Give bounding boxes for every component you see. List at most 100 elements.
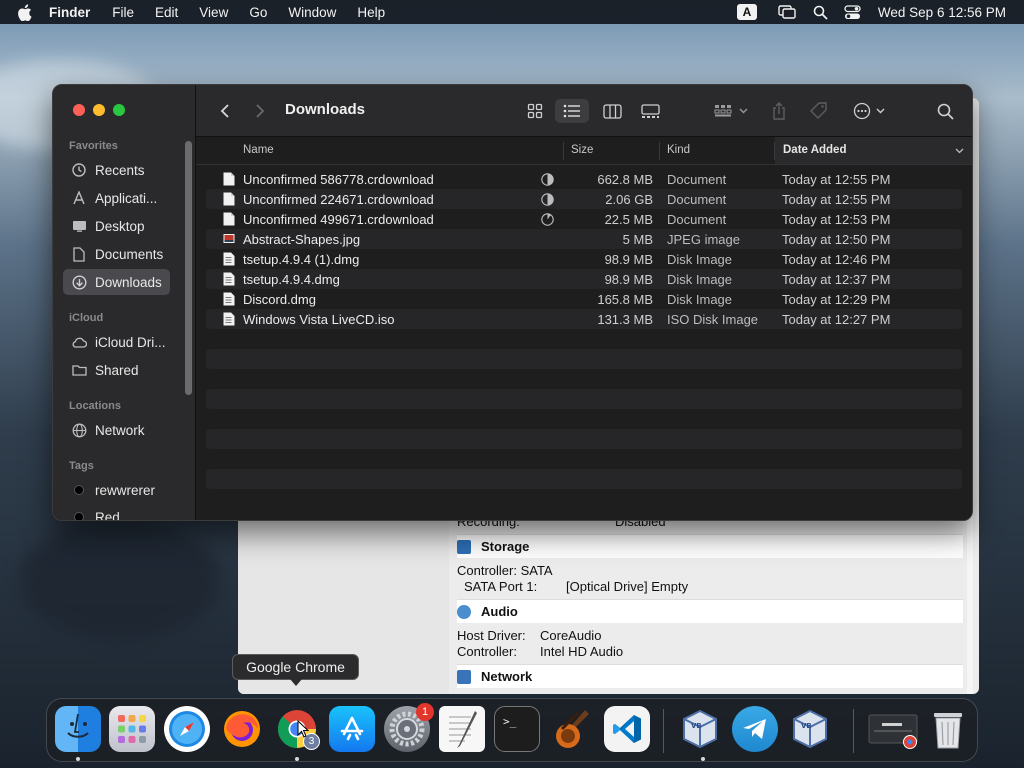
disk-image-icon (223, 252, 235, 266)
input-source-icon[interactable]: A (736, 3, 758, 21)
sidebar-tag-rewwrerer[interactable]: rewwrerer (63, 477, 170, 503)
file-row[interactable]: Unconfirmed 224671.crdownload 2.06 GB Docu… (206, 189, 962, 209)
sidebar-item-network[interactable]: Network (63, 417, 170, 443)
sidebar-item-icloud-drive[interactable]: iCloud Dri... (63, 329, 170, 355)
dock-tooltip: Google Chrome (232, 654, 359, 686)
file-name: tsetup.4.9.4 (1).dmg (243, 251, 360, 267)
file-row[interactable]: tsetup.4.9.4.dmg 98.9 MB Disk Image Today a… (206, 269, 962, 289)
sidebar-item-shared[interactable]: Shared (63, 357, 170, 383)
menu-window[interactable]: Window (288, 5, 336, 20)
finder-sidebar: Favorites Recents Applicati... Desktop D… (53, 85, 196, 520)
storage-port-value: [Optical Drive] Empty (566, 579, 689, 594)
storage-section-header[interactable]: Storage (457, 534, 963, 558)
group-by-button[interactable] (711, 99, 751, 123)
column-header-row: Name Size Kind Date Added (196, 137, 972, 165)
apple-menu-icon[interactable] (17, 3, 35, 21)
dock-textedit-icon[interactable] (439, 706, 485, 752)
running-indicator (76, 757, 80, 761)
audio-driver-label: Host Driver: (457, 628, 526, 643)
column-view-button[interactable] (598, 99, 626, 123)
columns-icon (602, 103, 622, 119)
dock-trash-icon[interactable] (925, 706, 971, 752)
notification-badge: 1 (416, 703, 434, 721)
menu-clock[interactable]: Wed Sep 6 12:56 PM (878, 5, 1006, 20)
file-date-added: Today at 12:53 PM (782, 211, 891, 227)
menu-app-name[interactable]: Finder (49, 5, 90, 20)
sidebar-item-desktop[interactable]: Desktop (63, 213, 170, 239)
column-header-date-added[interactable]: Date Added (775, 137, 972, 164)
sidebar-scrollbar[interactable] (185, 141, 192, 395)
back-button[interactable] (214, 99, 236, 123)
screen-mirroring-icon[interactable] (776, 3, 798, 21)
file-row[interactable]: Unconfirmed 586778.crdownload 662.8 MB Doc… (206, 169, 962, 189)
file-name: Windows Vista LiveCD.iso (243, 311, 395, 327)
sidebar-item-recents[interactable]: Recents (63, 157, 170, 183)
network-section-header[interactable]: Network (457, 664, 963, 688)
chevron-down-icon (739, 108, 748, 114)
forward-button[interactable] (249, 99, 271, 123)
close-button[interactable] (73, 104, 85, 116)
file-size: 98.9 MB (604, 251, 653, 267)
finder-window: Favorites Recents Applicati... Desktop D… (52, 84, 973, 521)
more-actions-button[interactable] (850, 99, 888, 123)
dock-terminal-icon[interactable]: >_ (494, 706, 540, 752)
sidebar-item-applications[interactable]: Applicati... (63, 185, 170, 211)
column-header-size[interactable]: Size (571, 144, 593, 156)
dock-finder-icon[interactable] (55, 706, 101, 752)
empty-list-row (206, 369, 962, 389)
sidebar-item-label: Recents (95, 162, 145, 178)
file-row[interactable]: Discord.dmg 165.8 MB Disk Image Today at 12… (206, 289, 962, 309)
list-view-button[interactable] (555, 99, 589, 123)
share-button[interactable] (767, 99, 791, 123)
control-center-icon[interactable] (842, 3, 864, 21)
dock-virtualbox-vm-icon[interactable]: VB (787, 706, 833, 752)
audio-section-header[interactable]: Audio (457, 599, 963, 623)
menu-help[interactable]: Help (357, 5, 385, 20)
desktop-icon (71, 218, 87, 234)
dock-chrome-window-thumbnail[interactable] (867, 706, 919, 752)
chevron-down-icon (955, 148, 964, 154)
search-button[interactable] (933, 99, 957, 123)
dock-garageband-icon[interactable] (549, 706, 595, 752)
dock-safari-icon[interactable] (164, 706, 210, 752)
dock-launchpad-icon[interactable] (109, 706, 155, 752)
search-icon (937, 103, 954, 120)
file-size: 22.5 MB (604, 211, 653, 227)
sidebar-item-label: Red (95, 509, 120, 521)
icloud-header: iCloud (69, 312, 104, 324)
spotlight-search-icon[interactable] (810, 3, 832, 21)
file-date-added: Today at 12:55 PM (782, 191, 891, 207)
menu-edit[interactable]: Edit (155, 5, 178, 20)
gallery-view-button[interactable] (636, 99, 664, 123)
tag-button[interactable] (806, 99, 832, 123)
menu-go[interactable]: Go (249, 5, 267, 20)
menu-view[interactable]: View (199, 5, 228, 20)
column-header-name[interactable]: Name (243, 144, 274, 156)
dock-app-store-icon[interactable] (329, 706, 375, 752)
menu-file[interactable]: File (112, 5, 134, 20)
zoom-button[interactable] (113, 104, 125, 116)
column-divider (563, 142, 564, 160)
dock-telegram-icon[interactable] (732, 706, 778, 752)
file-row[interactable]: Abstract-Shapes.jpg 5 MB JPEG image Today a… (206, 229, 962, 249)
column-divider (659, 142, 660, 160)
file-row[interactable]: Windows Vista LiveCD.iso 131.3 MB ISO Disk… (206, 309, 962, 329)
audio-controller-label: Controller: (457, 644, 517, 659)
sidebar-tag-red[interactable]: Red (63, 504, 170, 521)
clock-icon (71, 162, 87, 178)
tag-icon (810, 102, 827, 119)
minimize-button[interactable] (93, 104, 105, 116)
dock-vscode-icon[interactable] (604, 706, 650, 752)
window-title: Downloads (285, 101, 366, 118)
sidebar-item-downloads[interactable]: Downloads (63, 269, 170, 295)
file-date-added: Today at 12:55 PM (782, 171, 891, 187)
wallpaper-cloud (20, 520, 220, 640)
column-header-kind[interactable]: Kind (667, 144, 690, 156)
icon-view-button[interactable] (521, 99, 549, 123)
dock-firefox-icon[interactable] (219, 706, 265, 752)
dock-virtualbox-icon[interactable]: VB (677, 706, 723, 752)
file-row[interactable]: tsetup.4.9.4 (1).dmg 98.9 MB Disk Image Tod… (206, 249, 962, 269)
sidebar-item-documents[interactable]: Documents (63, 241, 170, 267)
file-row[interactable]: Unconfirmed 499671.crdownload 22.5 MB Docu… (206, 209, 962, 229)
sidebar-item-label: Network (95, 422, 145, 438)
